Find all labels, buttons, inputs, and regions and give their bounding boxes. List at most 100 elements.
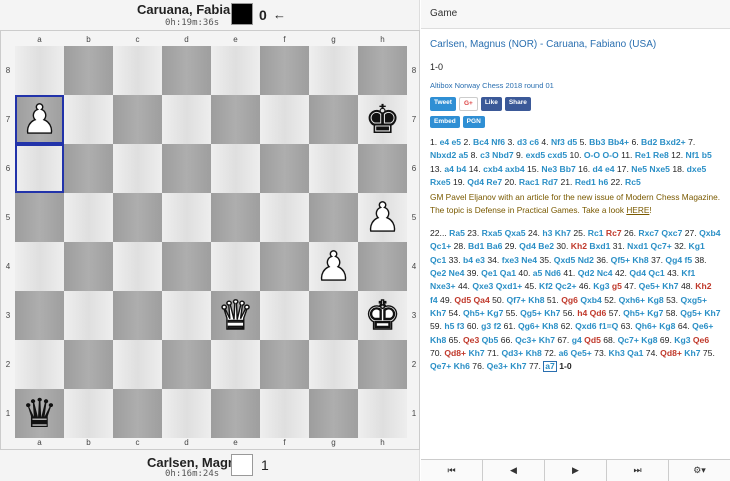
move[interactable]: Nd2 xyxy=(578,255,594,265)
next-move-button[interactable]: ▶ xyxy=(545,460,607,481)
move[interactable]: Qxg5+ xyxy=(680,295,707,305)
move[interactable]: O-O xyxy=(603,150,619,160)
move[interactable]: Kg3 xyxy=(593,281,609,291)
tweet-button[interactable]: Tweet xyxy=(430,97,456,112)
move[interactable]: Qc7+ xyxy=(651,241,672,251)
move[interactable]: f2 xyxy=(494,321,502,331)
share-button[interactable]: Share xyxy=(504,97,531,112)
move[interactable]: Qxd6 xyxy=(575,321,597,331)
square-e2[interactable] xyxy=(211,340,260,389)
square-e6[interactable] xyxy=(211,144,260,193)
square-d7[interactable] xyxy=(162,95,211,144)
square-c1[interactable] xyxy=(113,389,162,438)
square-b2[interactable] xyxy=(64,340,113,389)
move[interactable]: d3 xyxy=(517,137,527,147)
move[interactable]: Qe6+ xyxy=(692,321,713,331)
square-g2[interactable] xyxy=(309,340,358,389)
move[interactable]: Kg1 xyxy=(689,241,705,251)
square-e7[interactable] xyxy=(211,95,260,144)
move[interactable]: Qd8+ xyxy=(444,348,466,358)
square-b1[interactable] xyxy=(64,389,113,438)
move[interactable]: Qe7+ xyxy=(430,361,451,371)
square-h4[interactable] xyxy=(358,242,407,291)
first-move-button[interactable]: ⏮ xyxy=(421,460,483,481)
move[interactable]: Ne5 xyxy=(631,164,647,174)
square-g6[interactable] xyxy=(309,144,358,193)
square-g3[interactable] xyxy=(309,291,358,340)
move[interactable]: Kh8 xyxy=(430,335,446,345)
square-e3[interactable]: ♛ xyxy=(211,291,260,340)
move[interactable]: b5 xyxy=(702,150,712,160)
square-h2[interactable] xyxy=(358,340,407,389)
square-a2[interactable] xyxy=(15,340,64,389)
move[interactable]: exd5 xyxy=(526,150,546,160)
move[interactable]: Nc4 xyxy=(597,268,613,278)
move[interactable]: Nxd1 xyxy=(627,241,648,251)
move[interactable]: Qxd1+ xyxy=(496,281,523,291)
move[interactable]: axb4 xyxy=(505,164,525,174)
square-b5[interactable] xyxy=(64,193,113,242)
move[interactable]: Qa4 xyxy=(474,295,490,305)
move[interactable]: Rac1 xyxy=(519,177,540,187)
move[interactable]: Qd4 xyxy=(467,177,484,187)
move[interactable]: Bb3 xyxy=(589,137,605,147)
chessboard[interactable]: ♟ ♚ ♟ ♟ ♛ ♚ ♛ xyxy=(15,46,407,438)
move[interactable]: Kh8 xyxy=(542,321,558,331)
square-c6[interactable] xyxy=(113,144,162,193)
move[interactable]: Ra5 xyxy=(449,228,465,238)
move[interactable]: Kh7 xyxy=(704,308,720,318)
move[interactable]: e4 xyxy=(440,137,450,147)
move[interactable]: Qd4 xyxy=(629,268,646,278)
move[interactable]: Qxe3 xyxy=(472,281,493,291)
move[interactable]: Qxa5 xyxy=(505,228,526,238)
move[interactable]: Bc4 xyxy=(473,137,489,147)
square-h8[interactable] xyxy=(358,46,407,95)
move[interactable]: Rc7 xyxy=(606,228,622,238)
move[interactable]: g3 xyxy=(481,321,491,331)
square-h7[interactable]: ♚ xyxy=(358,95,407,144)
move[interactable]: f1=Q xyxy=(599,321,618,331)
square-b8[interactable] xyxy=(64,46,113,95)
black-queen-icon[interactable]: ♛ xyxy=(22,394,58,434)
move[interactable]: Qd3+ xyxy=(501,348,523,358)
move[interactable]: Qf7+ xyxy=(506,295,525,305)
move[interactable]: g4 xyxy=(572,335,582,345)
google-plus-button[interactable]: G+ xyxy=(458,97,478,112)
square-f8[interactable] xyxy=(260,46,309,95)
move[interactable]: Qc7+ xyxy=(618,335,639,345)
move[interactable]: Qc1+ xyxy=(430,241,451,251)
move[interactable]: Qc2+ xyxy=(555,281,576,291)
move[interactable]: Be2 xyxy=(538,241,554,251)
move[interactable]: Kh8 xyxy=(526,348,542,358)
move[interactable]: e4 xyxy=(605,164,615,174)
move[interactable]: h4 xyxy=(577,308,587,318)
square-c8[interactable] xyxy=(113,46,162,95)
move[interactable]: h6 xyxy=(598,177,608,187)
move[interactable]: Qd5 xyxy=(454,295,471,305)
square-d3[interactable] xyxy=(162,291,211,340)
settings-button[interactable]: ⚙▾ xyxy=(669,460,730,481)
move[interactable]: Red1 xyxy=(575,177,596,187)
square-h6[interactable] xyxy=(358,144,407,193)
facebook-like-button[interactable]: Like xyxy=(480,97,502,112)
square-b6[interactable] xyxy=(64,144,113,193)
move[interactable]: Nd6 xyxy=(545,268,561,278)
move[interactable]: Qxc7 xyxy=(661,228,682,238)
square-g1[interactable] xyxy=(309,389,358,438)
white-pawn-icon[interactable]: ♟ xyxy=(315,246,352,287)
move[interactable]: f3 xyxy=(457,321,465,331)
square-g5[interactable] xyxy=(309,193,358,242)
move[interactable]: Kg8 xyxy=(647,295,663,305)
move[interactable]: d4 xyxy=(593,164,603,174)
move[interactable]: Kh7 xyxy=(430,308,446,318)
square-e8[interactable] xyxy=(211,46,260,95)
square-d5[interactable] xyxy=(162,193,211,242)
move[interactable]: a5 xyxy=(533,268,543,278)
move[interactable]: Nxe3+ xyxy=(430,281,456,291)
square-a3[interactable] xyxy=(15,291,64,340)
move[interactable]: h5 xyxy=(444,321,454,331)
square-f4[interactable] xyxy=(260,242,309,291)
move[interactable]: Qc3+ xyxy=(515,335,536,345)
square-c5[interactable] xyxy=(113,193,162,242)
move[interactable]: Bxd1 xyxy=(589,241,610,251)
